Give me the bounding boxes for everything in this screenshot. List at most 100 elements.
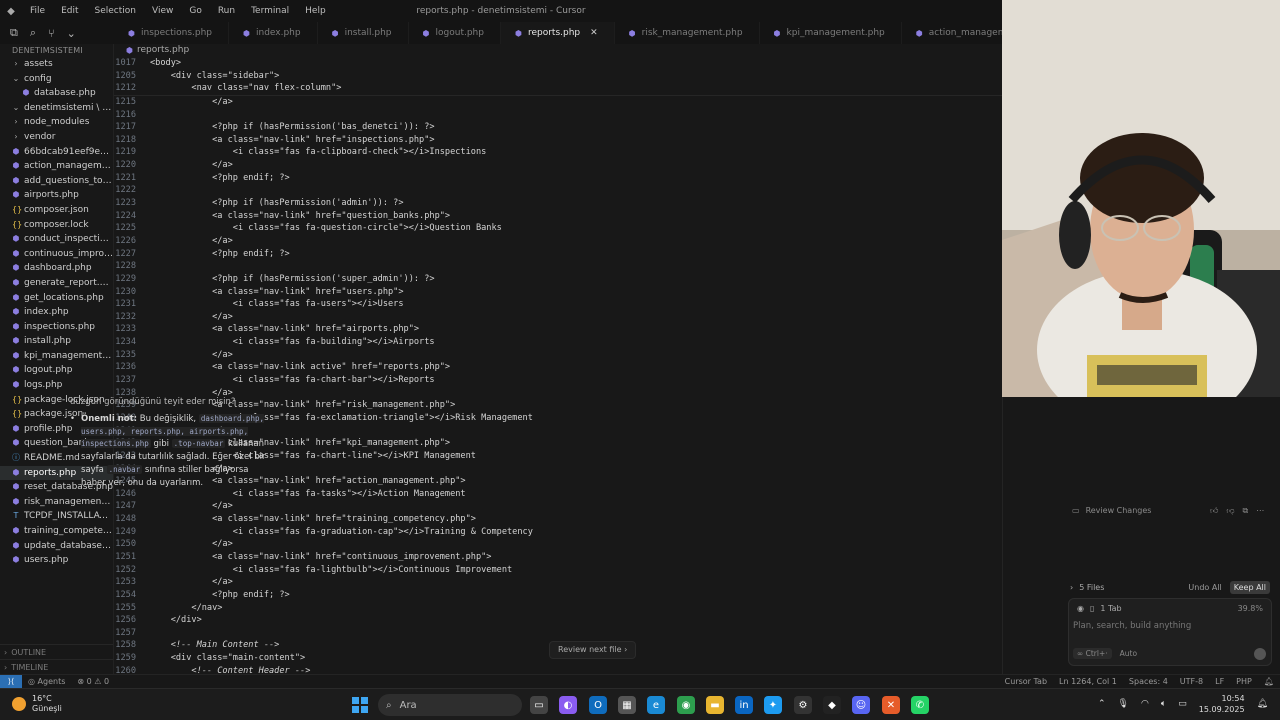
encoding[interactable]: UTF-8 <box>1174 677 1209 686</box>
menu-go[interactable]: Go <box>181 0 209 22</box>
indentation[interactable]: Spaces: 4 <box>1123 677 1174 686</box>
more-icon[interactable]: ⋯ <box>1256 506 1264 516</box>
tree-folder[interactable]: ⌄ denetimsistemi \ asset... <box>0 101 113 116</box>
undo-all-button[interactable]: Undo All <box>1188 583 1221 592</box>
speaker-icon[interactable]: 🔈︎ <box>1161 699 1166 709</box>
language-mode[interactable]: PHP <box>1230 677 1258 686</box>
mode-selector[interactable]: ∞ Ctrl+· Auto <box>1073 648 1137 659</box>
battery-icon[interactable]: ▭ <box>1178 699 1187 709</box>
agents-item[interactable]: ◎ Agents <box>22 677 71 686</box>
weather-widget[interactable]: 16°C Güneşli <box>12 694 62 714</box>
code-line[interactable]: 1229 <?php if (hasPermission('super_admi… <box>114 273 1002 286</box>
tree-folder[interactable]: › assets <box>0 57 113 72</box>
code-line[interactable]: 1255 </nav> <box>114 602 1002 615</box>
code-line[interactable]: 1260 <!-- Content Header --> <box>114 665 1002 674</box>
xampp-icon[interactable]: ✕ <box>882 696 900 714</box>
sticky-scroll[interactable]: 1017 <body> 1205 <div class="sidebar"> 1212… <box>114 57 1002 96</box>
keep-all-button[interactable]: Keep All <box>1229 580 1270 594</box>
whatsapp-icon[interactable]: ✆ <box>911 696 929 714</box>
task-view-icon[interactable]: ▭ <box>530 696 548 714</box>
tab-index-php[interactable]: ⬢ index.php <box>229 22 318 44</box>
code-line[interactable]: 1250 </a> <box>114 538 1002 551</box>
code-line[interactable]: 1224 <a class="nav-link" href="question_… <box>114 210 1002 223</box>
wifi-icon[interactable]: ◠ <box>1141 699 1149 709</box>
tree-file[interactable]: ⬢ get_locations.php <box>0 291 113 306</box>
sticky-line[interactable]: 1205 <div class="sidebar"> <box>114 69 1002 83</box>
file-explorer-icon[interactable]: ▬ <box>706 696 724 714</box>
code-line[interactable]: 1227 <?php endif; ?> <box>114 248 1002 261</box>
twitter-icon[interactable]: ✦ <box>764 696 782 714</box>
edge-icon[interactable]: e <box>647 696 665 714</box>
tab-inspections-php[interactable]: ⬢ inspections.php <box>114 22 229 44</box>
problems-indicator[interactable]: ⊗ 0 ⚠ 0 <box>71 677 115 686</box>
cursor-app-icon[interactable]: ◆ <box>823 696 841 714</box>
code-line[interactable]: 1247 </a> <box>114 500 1002 513</box>
code-line[interactable]: 1228 <box>114 260 1002 273</box>
discord-icon[interactable]: ☺ <box>852 696 870 714</box>
chat-input[interactable]: Plan, search, build anything <box>1073 621 1191 631</box>
code-line[interactable]: 1217 <?php if (hasPermission('bas_denetc… <box>114 121 1002 134</box>
tree-file[interactable]: ⬢ continuous_improve... <box>0 247 114 262</box>
remote-button[interactable]: ⟩⟨ <box>0 674 22 689</box>
code-line[interactable]: 1237 <i class="fas fa-chart-bar"></i>Rep… <box>114 374 1002 387</box>
code-line[interactable]: 1235 </a> <box>114 349 1002 362</box>
code-line[interactable]: 1220 </a> <box>114 159 1002 172</box>
code-line[interactable]: 1215 </a> <box>114 96 1002 109</box>
code-line[interactable]: 1233 <a class="nav-link" href="airports.… <box>114 323 1002 336</box>
code-line[interactable]: 1223 <?php if (hasPermission('admin')): … <box>114 197 1002 210</box>
thumbs-down-icon[interactable]: 👎︎ <box>1226 506 1234 516</box>
notifications-icon[interactable]: 🔔︎ <box>1258 677 1280 686</box>
menu-file[interactable]: File <box>22 0 53 22</box>
review-changes-button[interactable]: ▭ Review Changes <box>1072 506 1151 515</box>
clock[interactable]: 10:54 15.09.2025 <box>1199 693 1245 715</box>
tree-file[interactable]: {} composer.json <box>0 203 113 218</box>
tree-file[interactable]: ⬢ logs.php <box>0 378 113 393</box>
code-line[interactable]: 1256 </div> <box>114 614 1002 627</box>
cursor-tab-item[interactable]: Cursor Tab <box>999 677 1053 686</box>
agent-mode-chip[interactable]: ∞ Ctrl+· <box>1073 648 1112 659</box>
sticky-line[interactable]: 1017 <body> <box>114 57 1002 70</box>
menu-run[interactable]: Run <box>210 0 243 22</box>
tab-risk-management-php[interactable]: ⬢ risk_management.php <box>615 22 760 44</box>
code-line[interactable]: 1234 <i class="fas fa-building"></i>Airp… <box>114 336 1002 349</box>
store-icon[interactable]: ▦ <box>618 696 636 714</box>
tab-install-php[interactable]: ⬢ install.php <box>318 22 409 44</box>
tree-file[interactable]: ⬢ 66bdcab91eef9ee357... <box>0 145 114 160</box>
source-control-icon[interactable]: ⑂ <box>48 27 55 40</box>
code-line[interactable]: 1251 <a class="nav-link" href="continuou… <box>114 551 1002 564</box>
tab-kpi-management-php[interactable]: ⬢ kpi_management.php <box>760 22 902 44</box>
chevron-up-icon[interactable]: ⌃ <box>1098 699 1106 709</box>
menu-selection[interactable]: Selection <box>87 0 144 22</box>
tree-file[interactable]: ⬢ users.php <box>0 553 113 568</box>
code-line[interactable]: 1257 <box>114 627 1002 640</box>
model-selector[interactable]: Auto <box>1120 649 1137 658</box>
menu-edit[interactable]: Edit <box>53 0 86 22</box>
end-of-line[interactable]: LF <box>1209 677 1230 686</box>
copy-icon[interactable]: ⧉ <box>1243 506 1249 516</box>
tree-file[interactable]: ⬢ action_management... <box>0 159 114 174</box>
outline-section[interactable]: › OUTLINE <box>0 644 113 659</box>
code-line[interactable]: 1246 <i class="fas fa-tasks"></i>Action … <box>114 488 1002 501</box>
tree-folder[interactable]: › node_modules <box>0 115 113 130</box>
code-line[interactable]: 1232 </a> <box>114 311 1002 324</box>
menu-terminal[interactable]: Terminal <box>243 0 297 22</box>
context-chip[interactable]: ◉ ▯ 1 Tab <box>1077 604 1122 613</box>
copy-icon[interactable]: ⧉ <box>10 26 18 40</box>
sticky-line[interactable]: 1212 <nav class="nav flex-column"> <box>114 82 1002 95</box>
tree-file[interactable]: ⬢ airports.php <box>0 188 113 203</box>
code-line[interactable]: 1252 <i class="fas fa-lightbulb"></i>Con… <box>114 564 1002 577</box>
code-line[interactable]: 1254 <?php endif; ?> <box>114 589 1002 602</box>
tree-file[interactable]: ⬢ kpi_management.php <box>0 349 114 364</box>
code-line[interactable]: 1253 </a> <box>114 576 1002 589</box>
chat-composer[interactable]: ◉ ▯ 1 Tab 39.8% Plan, search, build anyt… <box>1068 598 1272 666</box>
code-line[interactable]: 1230 <a class="nav-link" href="users.php… <box>114 286 1002 299</box>
timeline-section[interactable]: › TIMELINE <box>0 659 113 674</box>
thumbs-up-icon[interactable]: 👍︎ <box>1210 506 1218 516</box>
close-icon[interactable]: ✕ <box>590 28 598 38</box>
taskbar-search[interactable]: ⌕ Ara <box>378 694 522 716</box>
settings-icon[interactable]: ⚙ <box>794 696 812 714</box>
tree-file[interactable]: ⬢ training_competency... <box>0 524 114 539</box>
tree-file[interactable]: T TCPDF_INSTALLATIO... <box>0 509 113 524</box>
chevron-right-icon[interactable]: › <box>1070 583 1073 592</box>
menu-view[interactable]: View <box>144 0 181 22</box>
